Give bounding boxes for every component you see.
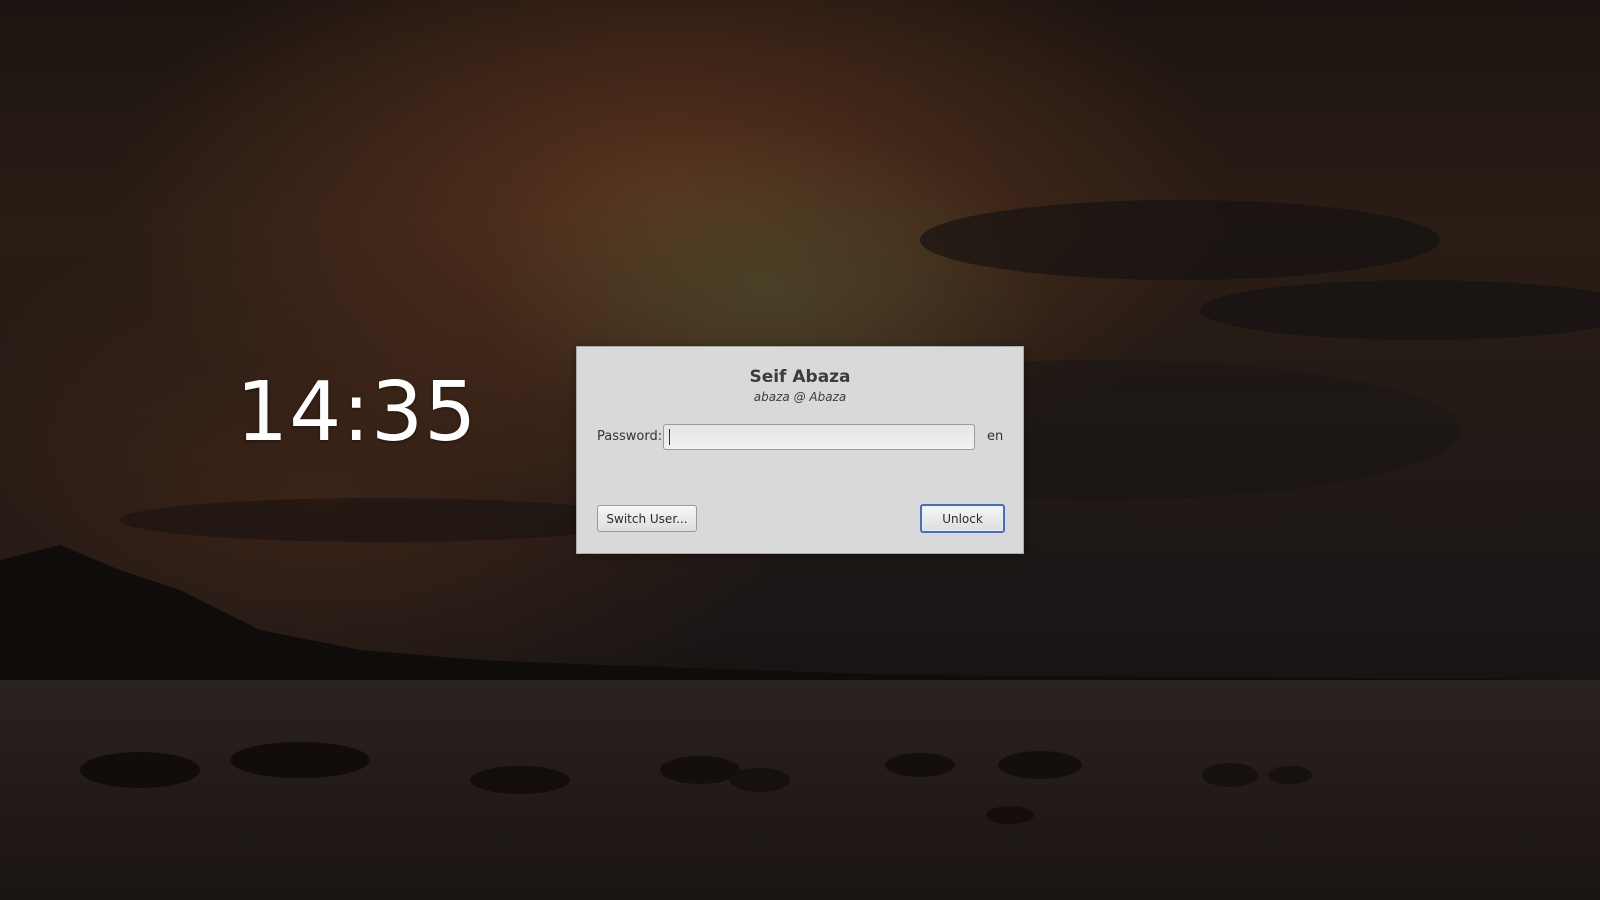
- switch-user-button[interactable]: Switch User...: [597, 505, 697, 532]
- password-input[interactable]: [663, 424, 975, 450]
- keyboard-layout-indicator[interactable]: en: [987, 429, 1003, 444]
- unlock-button[interactable]: Unlock: [920, 504, 1005, 533]
- text-caret: [669, 429, 670, 445]
- unlock-dialog: Seif Abaza abaza @ Abaza Password: en Sw…: [576, 346, 1024, 554]
- user-full-name: Seif Abaza: [749, 367, 851, 387]
- lock-screen-clock: 14:35: [236, 365, 478, 460]
- user-host: abaza @ Abaza: [753, 390, 847, 404]
- password-label: Password:: [597, 429, 663, 444]
